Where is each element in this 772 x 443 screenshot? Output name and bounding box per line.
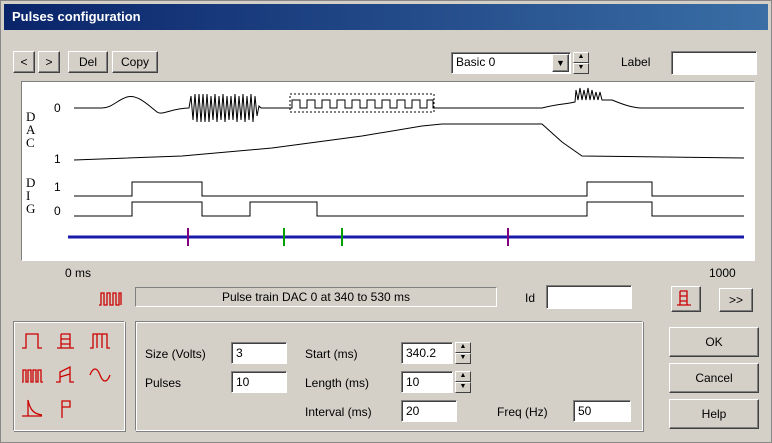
parameters-group (135, 321, 643, 431)
chevron-down-icon[interactable]: ▼ (552, 54, 569, 72)
id-label: Id (525, 291, 536, 305)
length-spinner[interactable]: ▲ ▼ (455, 371, 471, 393)
pulse-description: Pulse train DAC 0 at 340 to 530 ms (135, 287, 497, 307)
sine-icon[interactable] (88, 364, 112, 386)
delete-button[interactable]: Del (68, 51, 108, 73)
pulse-stack-icon (677, 290, 691, 306)
start-spin-down-icon[interactable]: ▼ (455, 353, 471, 364)
y-letter-g: G (26, 201, 36, 216)
spin-down-icon[interactable]: ▼ (573, 63, 589, 74)
ok-button[interactable]: OK (669, 327, 759, 357)
label-input[interactable] (671, 51, 757, 75)
pulse-stack-icon[interactable] (54, 330, 78, 352)
pulses-configuration-window: Pulses configuration < > Del Copy Basic … (0, 0, 772, 443)
x-axis-end: 1000 (709, 266, 736, 280)
dac-row-0: 0 (54, 101, 61, 115)
copy-button[interactable]: Copy (112, 51, 158, 73)
pulse-plot-svg (68, 87, 745, 246)
preset-spinner[interactable]: ▲ ▼ (573, 52, 589, 74)
start-spin-up-icon[interactable]: ▲ (455, 342, 471, 353)
length-spin-up-icon[interactable]: ▲ (455, 371, 471, 382)
help-button[interactable]: Help (669, 399, 759, 429)
wide-pulse-icon[interactable] (88, 330, 112, 352)
exponential-icon[interactable] (20, 398, 44, 420)
length-input[interactable]: 10 (401, 371, 453, 393)
id-input[interactable] (546, 285, 632, 309)
length-spin-down-icon[interactable]: ▼ (455, 382, 471, 393)
pulse-train-icon (97, 289, 123, 307)
ramp-icon[interactable] (54, 364, 78, 386)
cancel-button[interactable]: Cancel (669, 363, 759, 393)
x-axis-start: 0 ms (65, 266, 92, 280)
view-toggle-button[interactable] (671, 286, 701, 312)
freq-label: Freq (Hz) (497, 405, 548, 419)
size-label: Size (Volts) (145, 347, 206, 361)
start-spinner[interactable]: ▲ ▼ (455, 342, 471, 364)
dig0-trace (74, 201, 744, 217)
interval-input[interactable]: 20 (401, 400, 457, 422)
length-label: Length (ms) (305, 376, 370, 390)
start-label: Start (ms) (305, 347, 358, 361)
pulse-plot[interactable]: D A C D I G 0 1 1 0 (21, 81, 755, 261)
spin-up-icon[interactable]: ▲ (573, 52, 589, 63)
step-pulse-icon[interactable] (20, 330, 44, 352)
next-button[interactable]: > (38, 51, 60, 73)
interval-label: Interval (ms) (305, 405, 372, 419)
pulses-label: Pulses (145, 376, 182, 390)
dig-row-0: 0 (54, 204, 61, 218)
dac-row-1: 1 (54, 152, 61, 166)
y-letter-c: C (26, 135, 35, 150)
dac0-trace (74, 87, 744, 123)
digital-marker-icon[interactable] (54, 398, 78, 420)
dig1-trace (74, 181, 744, 197)
expand-button[interactable]: >> (719, 288, 753, 312)
pulse-train-icon[interactable] (20, 364, 44, 386)
waveform-palette (13, 321, 125, 431)
preset-select-value: Basic 0 (456, 55, 496, 69)
dac1-trace (73, 123, 745, 161)
pulses-input[interactable]: 10 (231, 371, 287, 393)
dig-row-1: 1 (54, 180, 61, 194)
prev-button[interactable]: < (13, 51, 35, 73)
label-caption: Label (621, 55, 651, 69)
size-input[interactable]: 3 (231, 342, 287, 364)
window-title: Pulses configuration (4, 4, 768, 30)
start-input[interactable]: 340.2 (401, 342, 453, 364)
freq-input[interactable]: 50 (573, 400, 631, 422)
